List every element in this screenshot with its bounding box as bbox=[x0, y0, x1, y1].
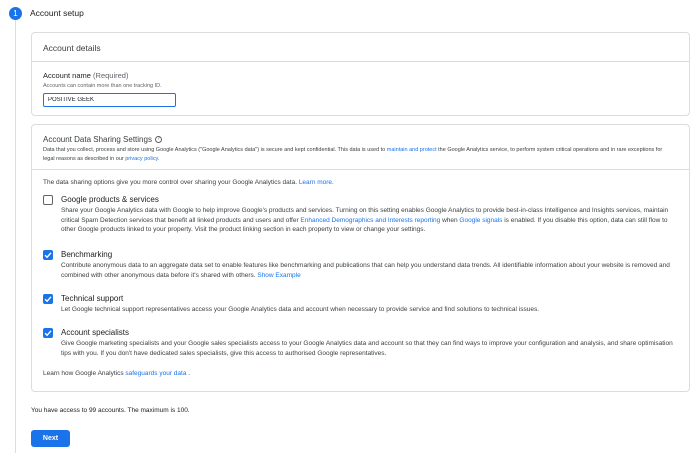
account-name-label-text: Account name bbox=[43, 71, 91, 80]
option-description: Contribute anonymous data to an aggregat… bbox=[61, 261, 683, 280]
help-icon[interactable]: ? bbox=[154, 136, 162, 143]
step-rail bbox=[15, 18, 16, 453]
account-name-input[interactable] bbox=[43, 93, 176, 107]
show-example-link[interactable]: Show Example bbox=[257, 272, 300, 279]
account-details-heading: Account details bbox=[43, 43, 101, 53]
data-sharing-intro: The data sharing options give you more c… bbox=[43, 179, 334, 186]
data-sharing-heading-text: Account Data Sharing Settings bbox=[43, 135, 152, 144]
account-name-label: Account name (Required) bbox=[43, 71, 128, 80]
option-title: Benchmarking bbox=[61, 250, 113, 259]
checkmark-icon bbox=[44, 330, 52, 337]
account-specialists-checkbox[interactable] bbox=[43, 328, 53, 338]
desc-text: Contribute anonymous data to an aggregat… bbox=[61, 262, 670, 279]
option-title: Account specialists bbox=[61, 328, 130, 337]
option-title: Google products & services bbox=[61, 195, 159, 204]
checkmark-icon bbox=[44, 252, 52, 259]
desc-text: Data that you collect, process and store… bbox=[43, 147, 387, 153]
account-details-card: Account details Account name (Required) … bbox=[31, 32, 690, 116]
desc-text: . bbox=[157, 155, 160, 162]
option-description: Give Google marketing specialists and yo… bbox=[61, 340, 673, 357]
option-description: Let Google technical support representat… bbox=[61, 306, 540, 313]
learn-text: Learn how Google Analytics bbox=[43, 370, 126, 377]
data-sharing-heading: Account Data Sharing Settings ? bbox=[43, 135, 162, 144]
benchmarking-checkbox[interactable] bbox=[43, 250, 53, 260]
option-title: Technical support bbox=[61, 294, 124, 303]
intro-text: The data sharing options give you more c… bbox=[43, 179, 299, 186]
divider bbox=[32, 61, 689, 62]
enhanced-demographics-link[interactable]: Enhanced Demographics and Interests repo… bbox=[300, 217, 440, 224]
learn-more-link[interactable]: Learn more. bbox=[299, 179, 334, 186]
required-marker: (Required) bbox=[93, 71, 129, 80]
data-sharing-description: Data that you collect, process and store… bbox=[43, 146, 673, 163]
step-title: Account setup bbox=[30, 8, 84, 18]
safeguards-link[interactable]: safeguards your data bbox=[125, 370, 186, 377]
data-sharing-card: Account Data Sharing Settings ? Data tha… bbox=[31, 124, 690, 392]
safeguards-note: Learn how Google Analytics safeguards yo… bbox=[43, 370, 190, 377]
technical-support-checkbox[interactable] bbox=[43, 294, 53, 304]
privacy-policy-link[interactable]: privacy policy bbox=[125, 156, 158, 162]
google-products-checkbox[interactable] bbox=[43, 195, 53, 205]
maintain-protect-link[interactable]: maintain and protect bbox=[387, 147, 437, 153]
account-name-hint: Accounts can contain more than one track… bbox=[43, 83, 162, 89]
step-number-badge: 1 bbox=[9, 7, 22, 20]
desc-text: when bbox=[440, 216, 460, 224]
google-signals-link[interactable]: Google signals bbox=[459, 217, 502, 224]
divider bbox=[32, 169, 689, 170]
option-description: Share your Google Analytics data with Go… bbox=[61, 206, 683, 235]
account-access-note: You have access to 99 accounts. The maxi… bbox=[31, 407, 190, 414]
learn-text: . bbox=[186, 370, 191, 377]
checkmark-icon bbox=[44, 296, 52, 303]
next-button[interactable]: Next bbox=[31, 430, 70, 447]
